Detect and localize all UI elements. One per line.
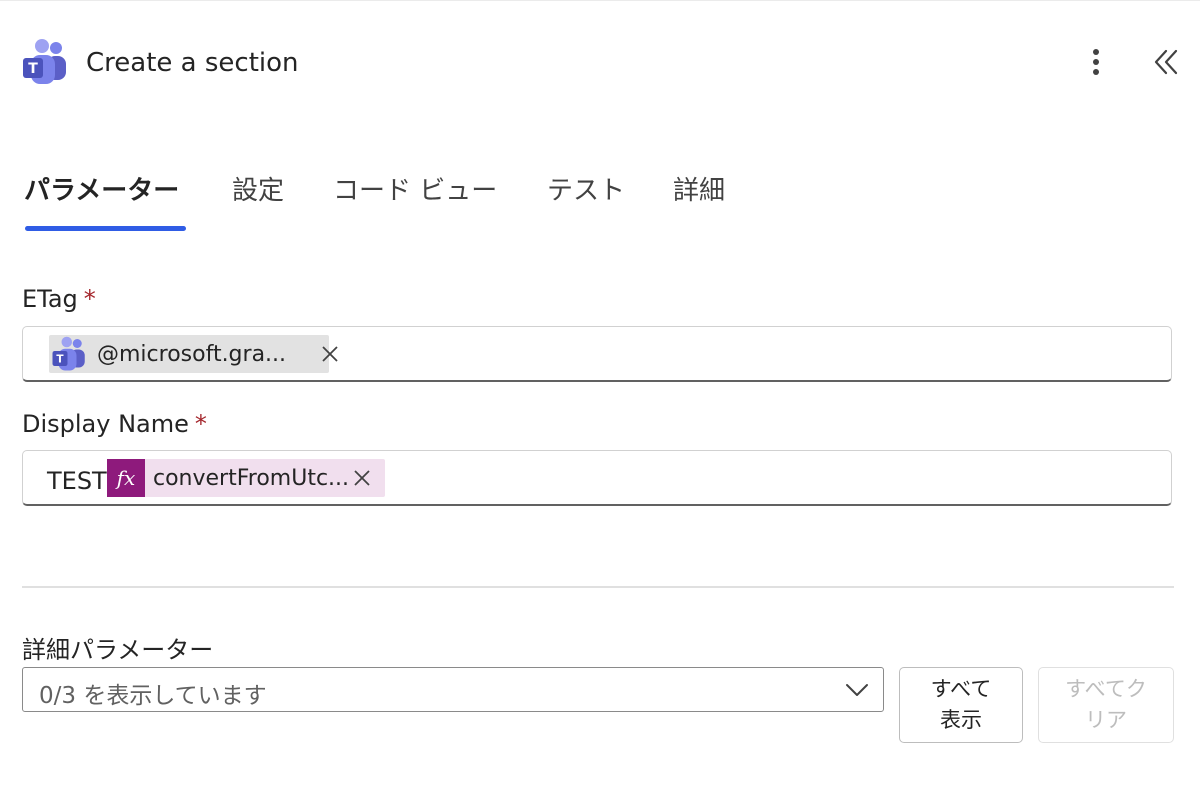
fx-icon: fx	[107, 459, 145, 497]
etag-token-text: @microsoft.gra...	[97, 341, 287, 367]
tab-code-view[interactable]: コード ビュー	[333, 170, 497, 207]
display-name-label-text: Display Name	[22, 410, 189, 438]
etag-label-text: ETag	[22, 285, 78, 313]
svg-text:T: T	[56, 353, 64, 365]
display-name-prefix-text: TEST	[47, 467, 107, 495]
display-name-label: Display Name *	[22, 410, 207, 438]
advanced-parameters-label: 詳細パラメーター	[22, 636, 214, 664]
etag-field[interactable]: T @microsoft.gra...	[22, 326, 1172, 382]
teams-icon: T	[23, 39, 66, 84]
more-vertical-icon[interactable]	[1084, 46, 1108, 78]
svg-text:T: T	[28, 61, 38, 77]
display-name-token-text: convertFromUtc...	[153, 465, 350, 491]
tab-settings[interactable]: 設定	[232, 170, 284, 207]
display-name-field[interactable]: TEST fx convertFromUtc...	[22, 450, 1172, 506]
show-all-button[interactable]: すべて 表示	[899, 667, 1023, 743]
show-all-label-line2: 表示	[940, 708, 982, 732]
top-border	[0, 0, 1200, 1]
required-mark: *	[83, 285, 96, 313]
tab-list: パラメーター 設定 コード ビュー テスト 詳細	[24, 170, 1174, 240]
page-title: Create a section	[86, 48, 299, 78]
tab-parameters[interactable]: パラメーター	[24, 170, 179, 207]
section-divider	[22, 586, 1174, 588]
panel-header: T Create a section	[22, 38, 1180, 90]
etag-token[interactable]: T @microsoft.gra...	[49, 335, 338, 373]
etag-label: ETag *	[22, 285, 96, 313]
advanced-parameters-dropdown[interactable]: 0/3 を表示しています	[22, 667, 884, 712]
active-tab-indicator	[25, 226, 186, 231]
dropdown-value: 0/3 を表示しています	[39, 683, 267, 709]
clear-all-label-line2: リア	[1085, 708, 1127, 732]
double-chevron-left-icon[interactable]	[1148, 46, 1184, 78]
close-icon[interactable]	[353, 469, 371, 487]
tab-details[interactable]: 詳細	[673, 170, 725, 207]
show-all-label-line1: すべて	[930, 677, 992, 701]
tab-test[interactable]: テスト	[547, 170, 625, 207]
teams-icon: T	[52, 336, 85, 371]
chevron-down-icon	[846, 684, 868, 696]
display-name-token[interactable]: fx convertFromUtc...	[107, 459, 385, 497]
clear-all-label-line1: すべてク	[1065, 677, 1147, 701]
close-icon[interactable]	[321, 345, 339, 363]
clear-all-button[interactable]: すべてク リア	[1038, 667, 1174, 743]
required-mark: *	[194, 410, 207, 438]
